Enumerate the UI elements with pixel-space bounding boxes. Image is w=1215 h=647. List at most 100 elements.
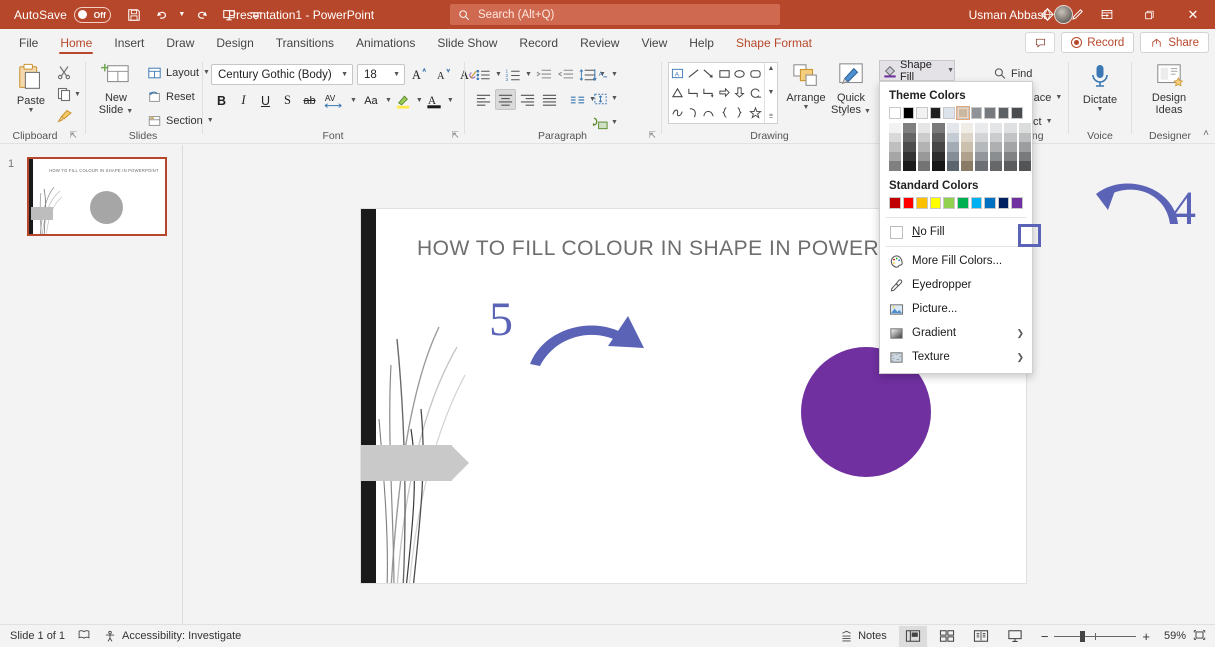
shape-textbox-icon[interactable]: A (670, 64, 686, 83)
align-text-dropdown-icon[interactable]: ▼ (611, 95, 618, 102)
save-icon[interactable] (122, 4, 147, 26)
theme-color-7[interactable] (984, 107, 996, 120)
arrange-dropdown-icon[interactable]: ▼ (803, 104, 810, 111)
text-direction-dropdown-icon[interactable]: ▼ (611, 71, 618, 78)
fit-to-window-button[interactable] (1192, 628, 1207, 645)
menu-item-no-fill[interactable]: NNo Fillo Fill (880, 220, 1032, 244)
gradient-submenu-arrow-icon[interactable]: ❯ (1016, 328, 1024, 339)
tab-help[interactable]: Help (678, 29, 725, 56)
search-box[interactable] (450, 4, 780, 25)
font-name-combo[interactable]: Century Gothic (Body) ▼ (211, 64, 353, 85)
theme-color-0[interactable] (889, 107, 901, 120)
paragraph-dialog-launcher[interactable]: ⇱ (648, 130, 656, 141)
menu-item-more-fill-colors[interactable]: More Fill Colors... (880, 249, 1032, 273)
shape-elbow-arrow-icon[interactable] (701, 83, 717, 102)
menu-item-picture[interactable]: Picture... (880, 297, 1032, 321)
clipboard-dialog-launcher[interactable]: ⇱ (69, 130, 77, 141)
standard-color-red[interactable] (902, 196, 915, 210)
numbering-dropdown-icon[interactable]: ▼ (525, 71, 532, 78)
tab-insert[interactable]: Insert (103, 29, 155, 56)
slide-show-view-button[interactable] (1001, 626, 1029, 647)
align-text-button[interactable] (590, 88, 611, 109)
shape-rounded-rectangle-icon[interactable] (748, 64, 764, 83)
tab-draw[interactable]: Draw (155, 29, 205, 56)
text-direction-button[interactable]: A (590, 64, 611, 85)
theme-color-3[interactable] (929, 107, 942, 120)
notes-button[interactable]: Notes (839, 630, 887, 643)
accessibility-button[interactable]: Accessibility: Investigate (103, 630, 241, 643)
theme-variant-col-7[interactable] (989, 123, 1003, 171)
shape-circular-arrow-icon[interactable] (748, 83, 764, 102)
diamond-icon[interactable] (1033, 4, 1061, 26)
design-ideas-button[interactable]: Design Ideas (1145, 62, 1193, 116)
theme-variant-col-1[interactable] (903, 123, 916, 171)
redo-icon[interactable] (190, 4, 215, 26)
slide-thumbnail-1[interactable]: HOW TO FILL COLOUR IN SHAPE IN POWERPOIN… (27, 157, 167, 236)
standard-color-green[interactable] (956, 196, 969, 210)
tab-transitions[interactable]: Transitions (265, 29, 345, 56)
shape-fill-button[interactable]: Shape Fill ▼ (879, 59, 955, 83)
paste-button[interactable]: Paste ▼ (8, 62, 54, 114)
shapes-scroll-up-icon[interactable]: ▲ (768, 65, 775, 72)
tab-shape-format[interactable]: Shape Format (725, 29, 823, 56)
shape-scribble-icon[interactable] (670, 103, 686, 122)
standard-color-light-green[interactable] (943, 196, 955, 210)
align-right-button[interactable] (517, 89, 538, 110)
shape-fill-dropdown-icon[interactable]: ▼ (947, 67, 954, 74)
shapes-gallery-more-icon[interactable]: ⩧ (769, 113, 773, 121)
zoom-out-button[interactable]: − (1041, 629, 1049, 644)
tab-home[interactable]: Home (49, 29, 103, 56)
theme-variant-col-6[interactable] (975, 123, 988, 171)
character-spacing-dropdown-icon[interactable]: ▼ (350, 97, 357, 104)
spell-check-icon[interactable] (77, 628, 91, 644)
zoom-level-label[interactable]: 59% (1156, 630, 1186, 642)
normal-view-button[interactable] (898, 625, 927, 647)
maximize-button[interactable] (1127, 0, 1171, 29)
theme-variant-col-3[interactable] (932, 123, 945, 171)
numbering-button[interactable]: 123 (503, 64, 524, 85)
comments-button[interactable] (1025, 32, 1056, 53)
theme-variant-col-2[interactable] (917, 123, 931, 171)
theme-color-5[interactable] (956, 105, 970, 121)
theme-color-9[interactable] (1011, 107, 1023, 120)
theme-color-2[interactable] (916, 107, 928, 120)
slide-sorter-view-button[interactable] (933, 626, 961, 647)
shapes-gallery-scrollbar[interactable]: ▲ ▼ ⩧ (764, 63, 777, 123)
search-input[interactable] (478, 8, 758, 21)
smartart-dropdown-icon[interactable]: ▼ (611, 119, 618, 126)
justify-button[interactable] (539, 89, 560, 110)
standard-color-purple[interactable] (1011, 196, 1023, 210)
shape-line-icon[interactable] (686, 64, 702, 83)
shape-arc-icon[interactable] (701, 103, 717, 122)
copy-dropdown-icon[interactable]: ▼ (74, 91, 81, 98)
tab-design[interactable]: Design (205, 29, 264, 56)
text-highlight-color-button[interactable] (393, 90, 415, 111)
menu-item-eyedropper[interactable]: Eyedropper (880, 273, 1032, 297)
increase-font-size-button[interactable]: A (409, 64, 430, 85)
theme-color-6[interactable] (970, 107, 983, 120)
shape-down-arrow-icon[interactable] (732, 83, 748, 102)
format-painter-button[interactable] (56, 106, 81, 126)
menu-item-gradient[interactable]: Gradient ❯ (880, 321, 1032, 345)
shape-triangle-icon[interactable] (670, 83, 686, 102)
shape-right-arrow-icon[interactable] (717, 83, 733, 102)
replace-dropdown-icon[interactable]: ▼ (1055, 94, 1062, 101)
undo-icon[interactable] (149, 4, 174, 26)
standard-color-dark-blue[interactable] (997, 196, 1010, 210)
dictate-dropdown-icon[interactable]: ▼ (1097, 106, 1104, 113)
theme-variant-col-5[interactable] (960, 123, 974, 171)
decrease-indent-button[interactable] (533, 64, 554, 85)
cut-button[interactable] (56, 62, 81, 82)
text-shadow-button[interactable]: S (277, 90, 298, 111)
character-spacing-button[interactable]: AV (321, 90, 349, 111)
slide-count-label[interactable]: Slide 1 of 1 (10, 630, 65, 642)
tab-record[interactable]: Record (508, 29, 569, 56)
bold-button[interactable]: B (211, 90, 232, 111)
theme-color-1[interactable] (902, 107, 915, 120)
tab-review[interactable]: Review (569, 29, 630, 56)
bullets-button[interactable] (473, 64, 494, 85)
standard-color-light-blue[interactable] (970, 196, 983, 210)
font-size-combo[interactable]: 18 ▼ (357, 64, 405, 85)
increase-indent-button[interactable] (555, 64, 576, 85)
shape-star-icon[interactable] (748, 103, 764, 122)
